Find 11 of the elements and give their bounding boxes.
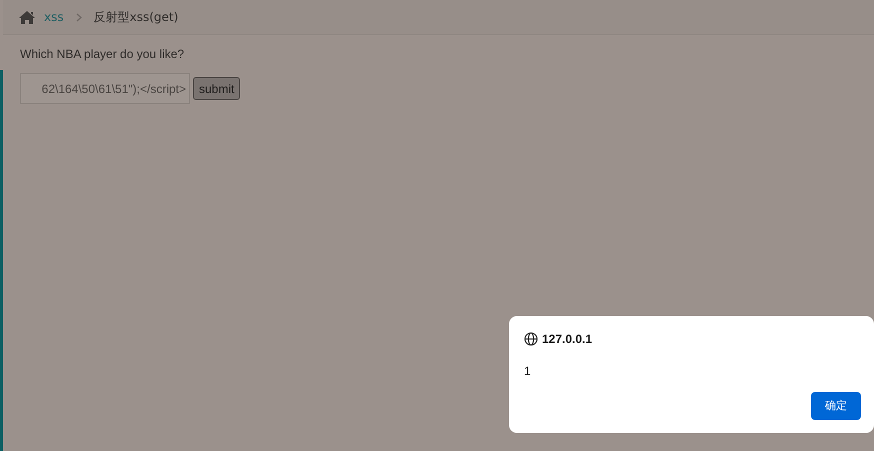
input-field[interactable]: 62\164\50\61\51");</script> [20,73,190,104]
alert-message: 1 [524,363,532,380]
home-icon[interactable] [18,10,36,24]
chevron-icon [76,12,82,22]
ok-button[interactable]: 确定 [811,392,861,420]
breadcrumb-current: 反射型xss(get) [94,9,178,26]
globe-icon [524,332,538,346]
breadcrumb-link[interactable]: xss [44,8,64,26]
submit-button[interactable]: submit [193,77,240,100]
alert-origin: 127.0.0.1 [542,331,592,348]
question-label: Which NBA player do you like? [19,46,186,63]
